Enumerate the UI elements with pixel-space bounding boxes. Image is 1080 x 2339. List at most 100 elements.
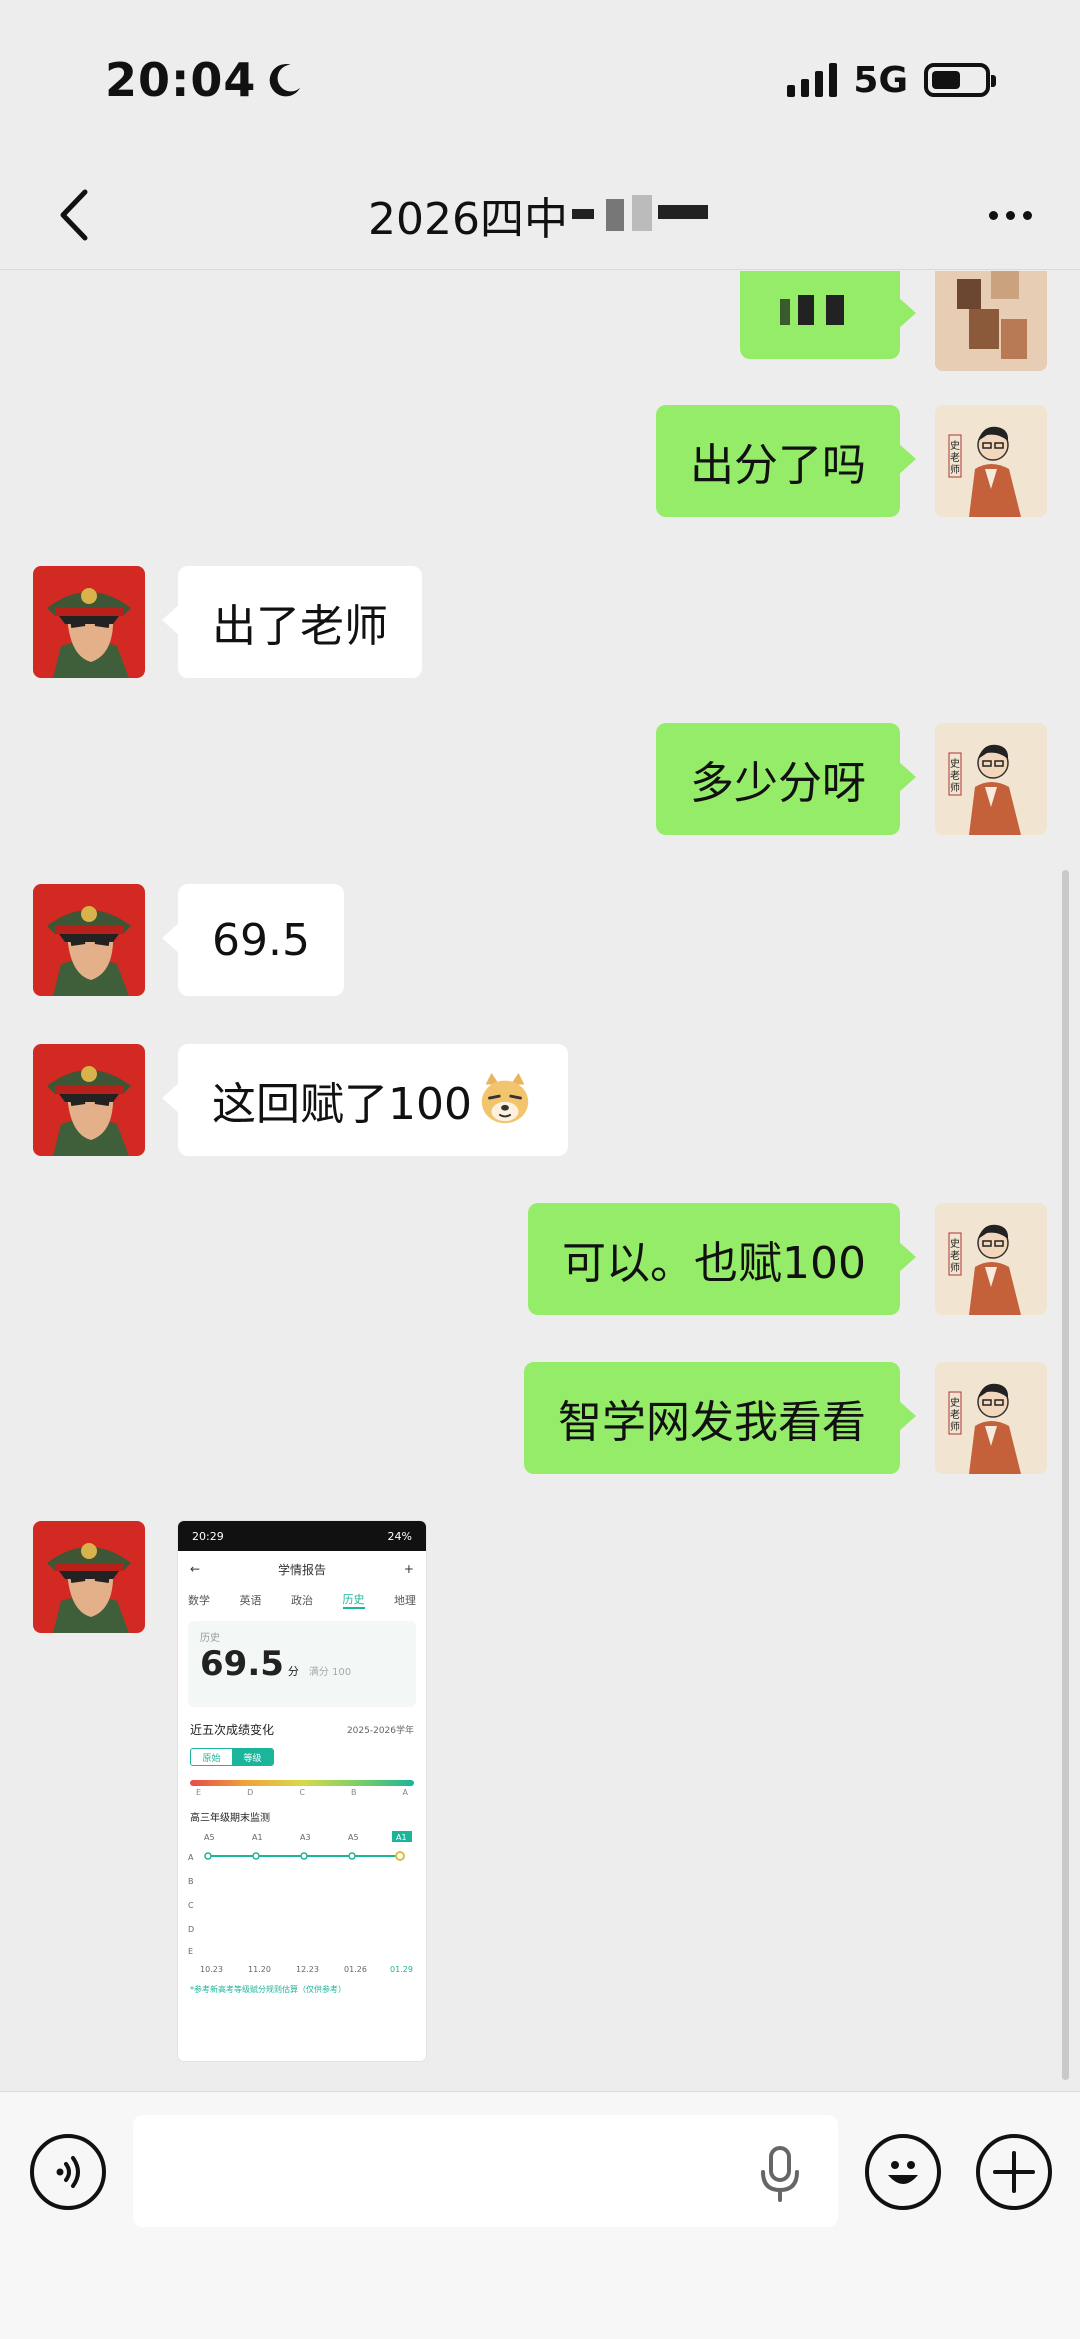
more-options-button[interactable] (975, 180, 1045, 250)
officer-avatar[interactable] (33, 566, 145, 678)
message-bubble-outgoing[interactable]: 多少分呀 (656, 723, 916, 835)
message-text: 智学网发我看看 (558, 1397, 866, 1448)
title-censor-mosaic (571, 194, 712, 235)
thumb-score-card: 历史 69.5 分 满分 100 (188, 1621, 416, 1707)
signal-icon (787, 63, 838, 97)
shared-image-message[interactable]: 20:29 24% ← 学情报告 + 数学 英语 政治 历史 地理 历史 69.… (178, 1521, 426, 2061)
date-label: 11.20 (248, 1965, 271, 1974)
thumb-grade-scale: E D C B A (196, 1788, 408, 1797)
status-time: 20:04 (105, 53, 257, 107)
thumb-tab: 地理 (394, 1594, 416, 1607)
voice-mode-button[interactable] (30, 2134, 106, 2210)
chevron-left-icon (60, 189, 88, 241)
thumb-subject: 历史 (200, 1633, 220, 1644)
smiley-icon (888, 2161, 918, 2184)
thumb-toggle: 原始 等级 (190, 1748, 274, 1766)
grade-axis: D (188, 1925, 194, 1934)
svg-text:老: 老 (950, 1249, 960, 1262)
officer-portrait-icon (33, 1044, 145, 1156)
message-text: 可以。也赋100 (562, 1238, 866, 1289)
teacher-portrait-icon: 史 老 师 (935, 405, 1047, 517)
grade-axis: B (188, 1877, 194, 1886)
thumb-trend-header: 近五次成绩变化 2025-2026学年 (178, 1715, 426, 1744)
officer-avatar[interactable] (33, 884, 145, 996)
more-dot (1022, 210, 1032, 220)
grade-label: A1 (252, 1833, 263, 1842)
teacher-avatar[interactable]: 史 老 师 (935, 723, 1047, 835)
thumb-score: 69.5 分 满分 100 (200, 1644, 404, 1684)
message-text: 这回赋了100 (212, 1079, 472, 1130)
thumb-tab: 政治 (291, 1594, 313, 1607)
message-text: 出了老师 (212, 601, 388, 652)
thumb-exam-name: 高三年级期末监测 (190, 1813, 270, 1824)
status-indicators: 5G (787, 60, 996, 101)
message-input[interactable] (133, 2115, 838, 2227)
teacher-avatar[interactable]: 史 老 师 (935, 1203, 1047, 1315)
thumb-tab-active: 历史 (342, 1591, 365, 1609)
chat-title-text: 2026四中 (368, 193, 568, 245)
thumb-header: ← 学情报告 + (178, 1551, 426, 1587)
svg-text:史: 史 (950, 758, 960, 770)
voice-wave-icon (56, 2156, 80, 2188)
back-button[interactable] (40, 180, 110, 250)
grade-axis: C (188, 1901, 194, 1910)
chat-header: 2026四中 (0, 160, 1080, 270)
scrollbar[interactable] (1062, 870, 1069, 2080)
grade-label: A5 (204, 1833, 215, 1842)
svg-text:史: 史 (950, 1238, 960, 1250)
svg-text:师: 师 (950, 1420, 960, 1433)
teacher-portrait-icon: 史 老 师 (935, 1362, 1047, 1474)
message-text: 69.5 (212, 914, 310, 966)
date-label: 01.29 (390, 1965, 413, 1974)
thumb-trend-title: 近五次成绩变化 (190, 1723, 275, 1737)
thumb-status-bar: 20:29 24% (178, 1521, 426, 1551)
chat-messages[interactable]: 出分了吗 史 老 师 出了老师 多少分呀 史 老 师 69.5 这回赋了100 … (0, 271, 1080, 2091)
input-bar (0, 2091, 1080, 2339)
thumb-time: 20:29 (192, 1529, 224, 1543)
thumb-battery: 24% (387, 1529, 412, 1543)
svg-text:老: 老 (950, 451, 960, 464)
thumb-score-unit: 分 (287, 1665, 299, 1678)
thumb-footnote: *参考新高考等级赋分规则估算（仅供参考） (190, 1985, 346, 1994)
plus-icon (993, 2151, 1035, 2193)
date-label: 10.23 (200, 1965, 223, 1974)
teacher-avatar[interactable]: 史 老 师 (935, 405, 1047, 517)
grade-axis: A (188, 1853, 194, 1862)
scale-label: A (402, 1788, 408, 1797)
svg-text:老: 老 (950, 769, 960, 782)
officer-portrait-icon (33, 1521, 145, 1633)
scale-label: D (247, 1788, 254, 1797)
microphone-icon[interactable] (755, 2144, 805, 2204)
grade-label: A3 (300, 1833, 311, 1842)
thumb-toggle-raw: 原始 (202, 1753, 221, 1764)
message-bubble-outgoing[interactable]: 智学网发我看看 (524, 1362, 916, 1474)
emoji-button[interactable] (865, 2134, 941, 2210)
blurred-avatar[interactable] (935, 271, 1047, 371)
message-bubble-outgoing[interactable]: 出分了吗 (656, 405, 916, 517)
doge-emoji-icon (481, 1072, 529, 1124)
plus-button[interactable] (976, 2134, 1052, 2210)
officer-portrait-icon (33, 884, 145, 996)
svg-text:老: 老 (950, 1408, 960, 1421)
teacher-avatar[interactable]: 史 老 师 (935, 1362, 1047, 1474)
date-label: 01.26 (344, 1965, 367, 1974)
scale-label: C (299, 1788, 305, 1797)
thumb-full-score: 满分 100 (308, 1667, 352, 1678)
date-label: 12.23 (296, 1965, 319, 1974)
clock: 20:04 (105, 53, 304, 107)
svg-text:史: 史 (950, 1397, 960, 1409)
officer-avatar[interactable] (33, 1044, 145, 1156)
svg-text:史: 史 (950, 440, 960, 452)
message-bubble-outgoing[interactable]: 可以。也赋100 (528, 1203, 916, 1315)
more-dot (1005, 210, 1015, 220)
thumb-score-value: 69.5 (200, 1644, 284, 1684)
message-bubble-incoming[interactable]: 出了老师 (162, 566, 422, 678)
message-bubble-incoming[interactable]: 这回赋了100 (162, 1044, 568, 1156)
svg-text:师: 师 (950, 463, 960, 476)
grade-axis: E (188, 1947, 193, 1956)
message-bubble-incoming[interactable]: 69.5 (162, 884, 344, 996)
chat-title: 2026四中 (368, 183, 712, 247)
officer-avatar[interactable] (33, 1521, 145, 1633)
blurred-avatar-mosaic (935, 271, 1047, 371)
message-bubble-blurred[interactable] (740, 271, 916, 359)
